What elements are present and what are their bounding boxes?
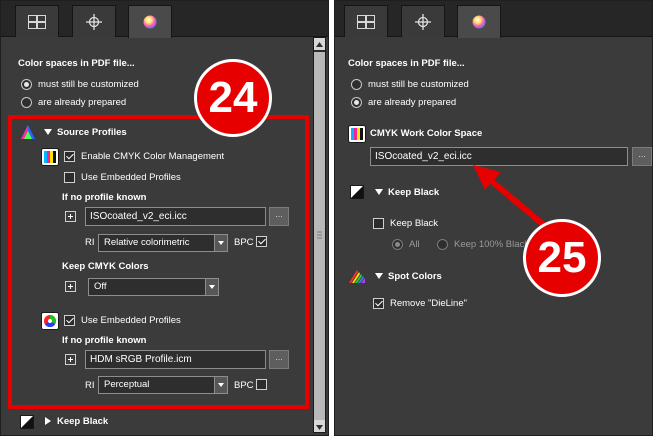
collapse-keep-black-icon[interactable]	[375, 189, 383, 195]
callout-badge-25: 25	[523, 219, 601, 297]
section-title: Color spaces in PDF file...	[18, 58, 135, 69]
scroll-down-button[interactable]	[314, 420, 325, 432]
right-settings-panel: Color spaces in PDF file... must still b…	[334, 0, 653, 436]
vertical-scrollbar[interactable]	[313, 37, 326, 433]
keep-black-all-label: All	[409, 239, 420, 250]
expand-keep-black-icon[interactable]	[45, 417, 51, 425]
tab-marks[interactable]	[401, 5, 445, 37]
keep-black-checkbox[interactable]	[373, 218, 384, 229]
radio-must-customize[interactable]	[351, 79, 362, 90]
radio-already-prepared[interactable]	[21, 97, 32, 108]
keep-black-checkbox-label: Keep Black	[390, 218, 439, 229]
keep-black-100-radio[interactable]	[437, 239, 448, 250]
keep-black-all-radio[interactable]	[392, 239, 403, 250]
scroll-up-button[interactable]	[314, 38, 325, 50]
radio-must-customize-label: must still be customized	[368, 79, 469, 90]
remove-dieline-checkbox[interactable]	[373, 298, 384, 309]
tab-bar	[335, 1, 652, 38]
keep-black-icon	[20, 415, 34, 429]
callout-badge-24: 24	[194, 59, 272, 137]
tab-layout[interactable]	[344, 5, 388, 37]
tab-marks[interactable]	[72, 5, 116, 37]
tab-bar	[1, 1, 328, 38]
cmyk-profile-icon	[348, 125, 366, 143]
crosshair-icon	[415, 13, 431, 30]
spot-colors-heading[interactable]: Spot Colors	[388, 271, 442, 283]
layout-grid-icon	[357, 14, 375, 29]
cmyk-work-heading: CMYK Work Color Space	[370, 128, 483, 139]
left-settings-panel: Color spaces in PDF file... must still b…	[0, 0, 329, 436]
spot-colors-icon	[349, 270, 365, 283]
radio-already-prepared[interactable]	[351, 97, 362, 108]
layout-grid-icon	[28, 14, 46, 29]
annotation-highlight-box	[8, 115, 309, 409]
radio-must-customize-label: must still be customized	[38, 79, 139, 90]
radio-already-prepared-label: are already prepared	[38, 97, 127, 108]
keep-black-heading[interactable]: Keep Black	[388, 187, 439, 199]
radio-already-prepared-label: are already prepared	[368, 97, 457, 108]
tab-color[interactable]	[128, 5, 172, 38]
section-title: Color spaces in PDF file...	[348, 58, 465, 69]
color-ball-icon	[143, 15, 157, 29]
keep-black-icon	[350, 185, 364, 199]
remove-dieline-label: Remove "DieLine"	[390, 298, 467, 309]
radio-must-customize[interactable]	[21, 79, 32, 90]
tab-layout[interactable]	[15, 5, 59, 37]
tab-color[interactable]	[457, 5, 501, 38]
scroll-thumb[interactable]	[314, 52, 325, 420]
crosshair-icon	[86, 13, 102, 30]
cmyk-work-browse-button[interactable]: ...	[632, 147, 652, 166]
keep-black-heading[interactable]: Keep Black	[57, 416, 108, 428]
color-ball-icon	[472, 15, 486, 29]
collapse-spot-colors-icon[interactable]	[375, 273, 383, 279]
